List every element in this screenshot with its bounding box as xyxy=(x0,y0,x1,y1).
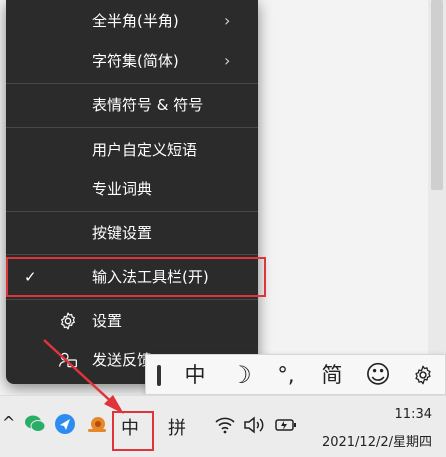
annotation-arrow xyxy=(43,339,124,414)
